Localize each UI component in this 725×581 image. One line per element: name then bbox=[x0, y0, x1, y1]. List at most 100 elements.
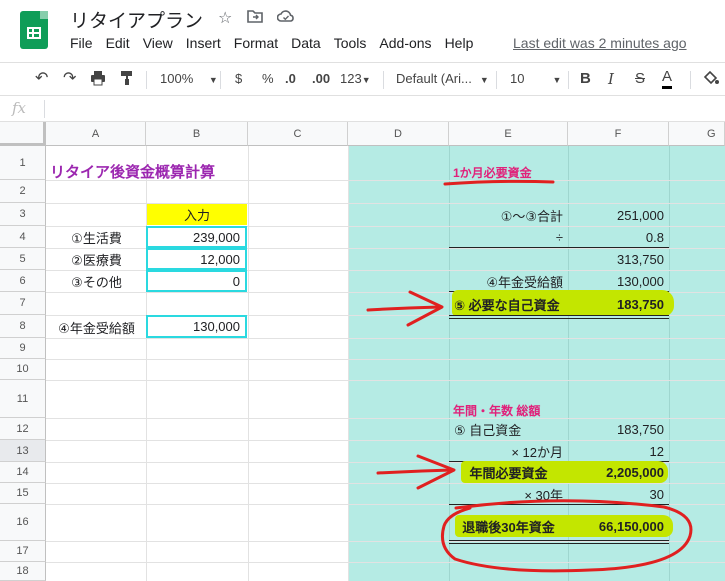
chevron-down-icon: ▼ bbox=[552, 75, 562, 85]
row-header-4[interactable]: 4 bbox=[0, 226, 46, 248]
menu-help[interactable]: Help bbox=[445, 35, 474, 51]
row-header-12[interactable]: 12 bbox=[0, 418, 46, 440]
menu-edit[interactable]: Edit bbox=[106, 35, 130, 51]
cell-f3[interactable]: 251,000 bbox=[568, 204, 669, 226]
cloud-status-icon[interactable] bbox=[276, 9, 295, 28]
last-edit-link[interactable]: Last edit was 2 minutes ago bbox=[513, 35, 687, 51]
spreadsheet-grid[interactable]: A B C D E F G 1 2 3 4 5 6 7 8 9 10 11 12… bbox=[0, 122, 725, 581]
cell-f16[interactable]: 66,150,000 bbox=[568, 515, 669, 537]
row-header-17[interactable]: 17 bbox=[0, 541, 46, 562]
currency-format-button[interactable]: $ bbox=[235, 71, 242, 86]
star-icon[interactable]: ☆ bbox=[218, 8, 232, 28]
column-header-d[interactable]: D bbox=[348, 122, 449, 146]
strikethrough-button[interactable]: S bbox=[635, 70, 645, 87]
cell-f6[interactable]: 130,000 bbox=[568, 271, 669, 292]
fill-color-icon[interactable] bbox=[702, 70, 720, 89]
cell-a1-title[interactable]: リタイア後資金概算計算 bbox=[50, 160, 215, 182]
paint-format-icon[interactable] bbox=[120, 70, 134, 89]
chevron-down-icon: ▼ bbox=[208, 75, 218, 85]
bold-button[interactable]: B bbox=[580, 70, 591, 87]
cell-e1-heading[interactable]: 1か月必要資金 bbox=[453, 162, 532, 182]
document-title[interactable]: リタイアプラン bbox=[70, 6, 203, 33]
cell-e6[interactable]: ④年金受給額 bbox=[449, 271, 568, 292]
row-header-8[interactable]: 8 bbox=[0, 315, 46, 338]
row-header-11[interactable]: 11 bbox=[0, 380, 46, 418]
cell-a6[interactable]: ③その他 bbox=[47, 271, 146, 292]
select-all-corner[interactable] bbox=[0, 122, 46, 146]
cell-e11-heading[interactable]: 年間・年数 総額 bbox=[453, 401, 540, 419]
column-header-c[interactable]: C bbox=[248, 122, 348, 146]
more-formats-select[interactable]: 123▼ bbox=[340, 71, 371, 86]
row-header-6[interactable]: 6 bbox=[0, 270, 46, 292]
row-header-5[interactable]: 5 bbox=[0, 248, 46, 270]
cell-e16[interactable]: 退職後30年資金 bbox=[449, 515, 568, 537]
column-header-f[interactable]: F bbox=[568, 122, 669, 146]
cell-b6-input[interactable]: 0 bbox=[146, 270, 247, 292]
decrease-decimal-button[interactable]: .0 bbox=[285, 71, 296, 86]
font-family-select[interactable]: Default (Ari... ▼ bbox=[396, 71, 489, 86]
cell-e13[interactable]: × 12か月 bbox=[449, 441, 568, 462]
row-header-3[interactable]: 3 bbox=[0, 203, 46, 226]
cell-a4[interactable]: ①生活費 bbox=[47, 227, 146, 248]
row-header-1[interactable]: 1 bbox=[0, 146, 46, 180]
formula-input[interactable] bbox=[48, 98, 718, 118]
menu-addons[interactable]: Add-ons bbox=[379, 35, 431, 51]
cell-b3-input-header[interactable]: 入力 bbox=[147, 204, 247, 225]
undo-icon[interactable]: ↶ bbox=[35, 68, 48, 88]
cell-f12[interactable]: 183,750 bbox=[568, 419, 669, 440]
more-formats-label: 123 bbox=[340, 71, 362, 86]
move-folder-icon[interactable] bbox=[247, 9, 263, 28]
menu-insert[interactable]: Insert bbox=[186, 35, 221, 51]
row-header-7[interactable]: 7 bbox=[0, 292, 46, 315]
zoom-select[interactable]: 100% ▼ bbox=[160, 71, 218, 86]
cell-a8[interactable]: ④年金受給額 bbox=[47, 316, 146, 338]
menu-view[interactable]: View bbox=[143, 35, 173, 51]
text-color-button[interactable]: A bbox=[662, 68, 673, 89]
cell-e12[interactable]: ⑤ 自己資金 bbox=[450, 419, 568, 440]
row-header-15[interactable]: 15 bbox=[0, 483, 46, 504]
row-header-10[interactable]: 10 bbox=[0, 359, 46, 380]
row-header-2[interactable]: 2 bbox=[0, 180, 46, 203]
print-icon[interactable] bbox=[90, 70, 106, 89]
formula-bar: fx bbox=[0, 96, 725, 122]
sheets-logo-icon[interactable] bbox=[20, 11, 48, 49]
cell-e7[interactable]: ⑤ 必要な自己資金 bbox=[450, 293, 568, 315]
column-header-g[interactable]: G bbox=[669, 122, 725, 146]
cell-b5-input[interactable]: 12,000 bbox=[146, 248, 247, 270]
cell-e14[interactable]: 年間必要資金 bbox=[449, 462, 568, 483]
row-header-14[interactable]: 14 bbox=[0, 462, 46, 483]
row-header-13[interactable]: 13 bbox=[0, 440, 46, 462]
toolbar: ↶ ↷ 100% ▼ $ % .0 .00 123▼ Default (Ari.… bbox=[0, 62, 725, 96]
chevron-down-icon: ▼ bbox=[361, 75, 371, 85]
cell-f7[interactable]: 183,750 bbox=[568, 293, 669, 315]
font-family-value: Default (Ari... bbox=[396, 71, 472, 86]
increase-decimal-button[interactable]: .00 bbox=[312, 71, 330, 86]
zoom-value: 100% bbox=[160, 71, 194, 86]
row-header-16[interactable]: 16 bbox=[0, 504, 46, 541]
cell-f13[interactable]: 12 bbox=[568, 441, 669, 462]
fx-icon: fx bbox=[12, 99, 27, 117]
row-header-18[interactable]: 18 bbox=[0, 562, 46, 581]
italic-button[interactable]: I bbox=[608, 70, 614, 88]
cell-b8-input[interactable]: 130,000 bbox=[146, 315, 247, 338]
cell-f5[interactable]: 313,750 bbox=[568, 249, 669, 270]
cell-e15[interactable]: × 30年 bbox=[449, 484, 568, 504]
row-header-9[interactable]: 9 bbox=[0, 338, 46, 359]
cell-f14[interactable]: 2,205,000 bbox=[568, 462, 669, 483]
font-size-select[interactable]: 10 ▼ bbox=[510, 71, 561, 86]
cell-f4[interactable]: 0.8 bbox=[568, 227, 669, 248]
cell-a5[interactable]: ②医療費 bbox=[47, 249, 146, 270]
menu-file[interactable]: File bbox=[70, 35, 93, 51]
percent-format-button[interactable]: % bbox=[262, 71, 274, 86]
menu-format[interactable]: Format bbox=[234, 35, 278, 51]
cell-f15[interactable]: 30 bbox=[568, 484, 669, 504]
menu-tools[interactable]: Tools bbox=[334, 35, 367, 51]
cell-e3[interactable]: ①～③合計 bbox=[449, 204, 568, 226]
menu-data[interactable]: Data bbox=[291, 35, 321, 51]
column-header-a[interactable]: A bbox=[46, 122, 146, 146]
column-header-b[interactable]: B bbox=[146, 122, 248, 146]
redo-icon[interactable]: ↷ bbox=[63, 68, 76, 88]
column-header-e[interactable]: E bbox=[449, 122, 568, 146]
cell-b4-input[interactable]: 239,000 bbox=[146, 226, 247, 248]
cell-e4[interactable]: ÷ bbox=[449, 227, 568, 248]
